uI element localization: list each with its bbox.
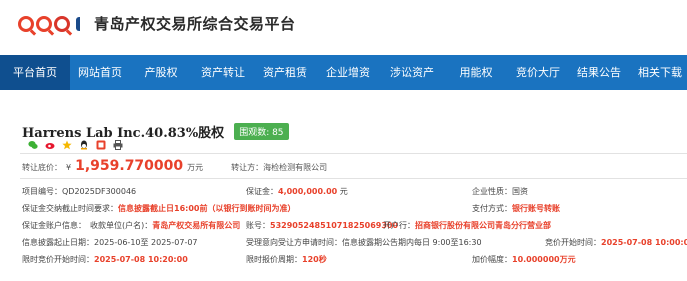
deposit: 保证金：4,000,000.00 元 — [246, 187, 348, 196]
divider — [20, 178, 687, 179]
enterprise-nature: 企业性质：国资 — [472, 187, 528, 196]
project-title: Harrens Lab Inc.40.83%股权 — [22, 126, 225, 141]
header: 青岛产权交易所综合交易平台 — [0, 0, 687, 55]
bid-start-time: 竞价开始时间：2025-07-08 10:00:00 — [545, 238, 687, 247]
wechat-icon[interactable] — [28, 140, 38, 150]
nav-item-site-home[interactable]: 网站首页 — [70, 55, 130, 90]
seller-name: 海检检测有限公司 — [263, 163, 328, 172]
price-value: 1,959.770000 — [75, 158, 184, 174]
weibo-icon[interactable] — [45, 140, 55, 150]
deposit-account-info: 保证金账户信息： 收款单位(户名)：青岛产权交易所有限公司 — [22, 221, 241, 230]
logo-emblem-icon — [74, 16, 88, 32]
account-number: 账号：53290524851071825069300 — [246, 221, 399, 230]
logo[interactable]: 青岛产权交易所综合交易平台 — [18, 13, 296, 34]
bid-increment: 加价幅度：10.000000万元 — [472, 255, 576, 264]
payment-method: 支付方式：银行账号转账 — [472, 204, 560, 213]
deposit-deadline: 保证金交纳截止时间要求：信息披露截止日16:00前（以银行到账时间为准） — [22, 204, 296, 213]
qq-icon[interactable] — [79, 140, 89, 150]
price-label: 转让底价： — [22, 163, 62, 172]
nav-item-platform-home[interactable]: 平台首页 — [0, 55, 70, 90]
print-icon[interactable] — [113, 140, 123, 150]
share-icon[interactable] — [96, 140, 106, 150]
nav-item-bidding-hall[interactable]: 竞价大厅 — [508, 55, 568, 90]
main-nav: 平台首页 网站首页 产股权 资产转让 资产租赁 企业增资 涉讼资产 用能权 竞价… — [0, 55, 687, 90]
price-currency: ¥ — [66, 163, 72, 172]
nav-item-equity[interactable]: 产股权 — [130, 55, 192, 90]
application-time: 受理意向受让方申请时间：信息披露期公告期内每日 9:00至16:30 — [246, 238, 482, 247]
limit-quote-cycle: 限时报价周期：120秒 — [246, 255, 327, 264]
logo-mark — [18, 15, 70, 32]
nav-item-asset-transfer[interactable]: 资产转让 — [192, 55, 254, 90]
site-name: 青岛产权交易所综合交易平台 — [94, 15, 296, 33]
nav-item-asset-lease[interactable]: 资产租赁 — [254, 55, 316, 90]
nav-item-downloads[interactable]: 相关下载 — [630, 55, 687, 90]
views-badge: 围观数: 85 — [234, 123, 289, 140]
star-icon[interactable] — [62, 140, 72, 150]
price-unit: 万元 — [187, 163, 204, 172]
nav-item-energy-rights[interactable]: 用能权 — [444, 55, 508, 90]
seller-label: 转让方： — [231, 163, 264, 172]
share-icons — [28, 140, 123, 150]
price-row: 转让底价： ¥ 1,959.770000 万元 转让方： 海检检测有限公司 — [22, 158, 327, 174]
bank: 开户行：招商银行股份有限公司青岛分行营业部 — [383, 221, 551, 230]
divider — [20, 153, 687, 154]
nav-item-capital-increase[interactable]: 企业增资 — [316, 55, 380, 90]
project-title-row: Harrens Lab Inc.40.83%股权 围观数: 85 — [22, 122, 289, 141]
limit-bid-start: 限时竞价开始时间：2025-07-08 10:20:00 — [22, 255, 188, 264]
nav-item-litigation-assets[interactable]: 涉讼资产 — [380, 55, 444, 90]
nav-item-results[interactable]: 结果公告 — [568, 55, 630, 90]
disclosure-period: 信息披露起止日期：2025-06-10至 2025-07-07 — [22, 238, 198, 247]
project-code: 项目编号：QD2025DF300046 — [22, 187, 137, 196]
